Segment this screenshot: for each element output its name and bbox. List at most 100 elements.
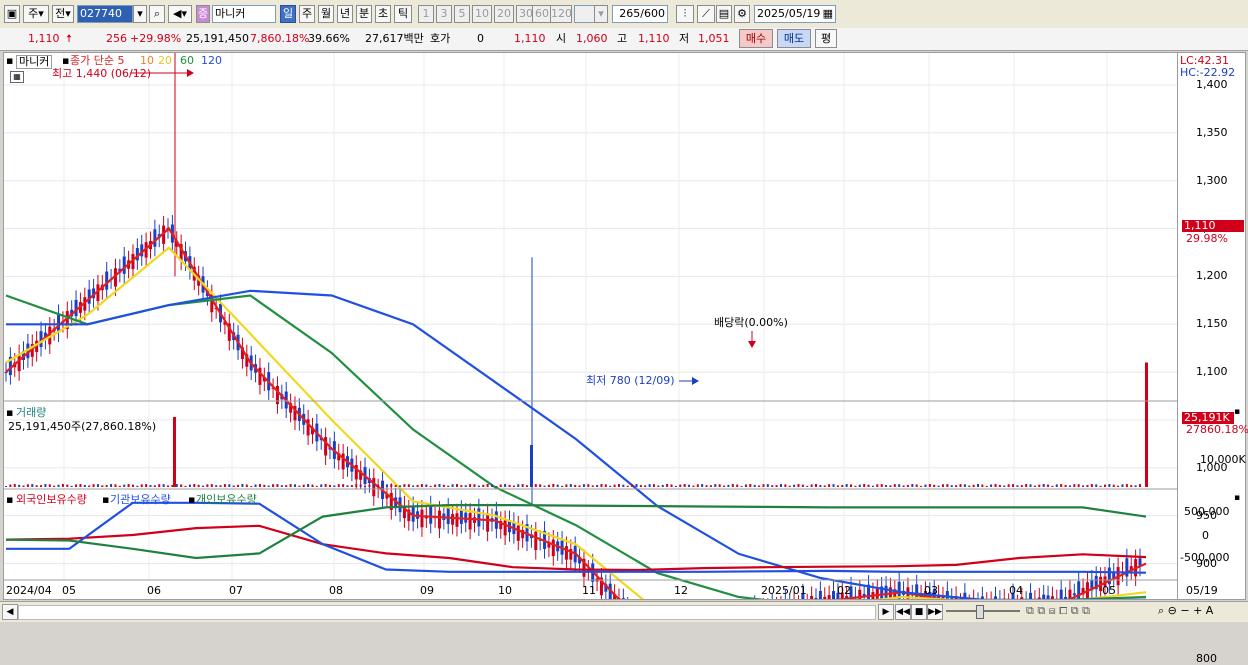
draw-line-icon[interactable]: ⟋ [697,5,715,23]
window-icon[interactable]: ▣ [4,5,20,23]
search-icon[interactable]: ⌕ [149,5,165,23]
panel-menu-icon[interactable]: ▪ [6,55,13,67]
unit-select[interactable]: 주▾ [23,5,49,23]
ma-legend-5[interactable]: 종가 단순 5 [70,55,124,67]
prev-select[interactable]: 전▾ [52,5,74,23]
candle-body-236 [1038,597,1041,599]
volume-bar-60 [268,486,270,487]
volume-bar-178 [784,484,786,487]
volume-bar-3 [18,485,20,487]
volume-close-icon[interactable]: ▪ [1234,406,1240,418]
volume-bar-1 [9,485,11,487]
volume-bar-183 [806,486,808,487]
table-icon[interactable]: ▦ [10,71,24,83]
holding-legend-institution[interactable]: 기관보유수량 [110,494,171,506]
ma-legend-10[interactable]: 10 [140,55,154,67]
interval-1[interactable]: 1 [418,5,434,23]
volume-bar-98 [434,485,436,487]
volume-bar-195 [859,485,861,487]
volume-bar-100 [443,485,445,487]
chart-area[interactable]: ▪ 마니커 ▪ 종가 단순 5 10 20 60 120 ▦ 최고 1,440 … [3,52,1178,600]
volume-bar-31 [141,484,143,487]
gear-icon[interactable]: ⚙ [734,5,750,23]
interval-60[interactable]: 60 [532,5,552,23]
volume-bar-232 [1021,485,1023,487]
sell-button[interactable]: 매도 [777,29,811,48]
interval-5[interactable]: 5 [454,5,470,23]
period-minute[interactable]: 분 [356,5,372,23]
save-icon[interactable]: ▤ [716,5,732,23]
volume-bar-26 [119,486,121,487]
high-annotation: 최고 1,440 (06/12) [52,68,151,80]
interval-10[interactable]: 10 [472,5,492,23]
period-week[interactable]: 주 [299,5,315,23]
volume-bar-257 [1130,485,1132,487]
candle-body-237 [1042,595,1045,599]
volume-bar-53 [237,485,239,487]
horizontal-scrollbar[interactable] [18,605,876,620]
interval-120[interactable]: 120 [550,5,572,23]
volume-menu-icon[interactable]: ▪ [6,407,13,419]
ma-legend-60[interactable]: 60 [180,55,194,67]
volume-bar-89 [395,485,397,487]
volume-bar-34 [154,485,156,487]
holding-legend-sep-2: ▪ [188,494,195,506]
period-day[interactable]: 일 [280,5,296,23]
period-second[interactable]: 초 [375,5,391,23]
volume-bar-7 [36,485,38,487]
holding-menu-icon[interactable]: ▪ [6,494,13,506]
scroll-right-icon[interactable]: ▶ [878,604,894,620]
period-month[interactable]: 월 [318,5,334,23]
stock-name-field[interactable]: 마니커 [212,5,276,23]
period-tick[interactable]: 틱 [394,5,412,23]
zoom-slider-thumb[interactable] [976,605,984,619]
volume-bar-144 [635,484,637,487]
code-input[interactable]: 027740 [77,5,133,23]
scroll-left-icon[interactable]: ◀ [2,604,18,620]
volume-title[interactable]: 거래량 [16,407,46,419]
volume-bar-137 [605,484,607,487]
volume-bar-113 [500,484,502,487]
volume-bar-23 [106,485,108,487]
volume-bar-221 [973,485,975,487]
volume-bar-193 [850,484,852,487]
volume-bar-75 [333,485,335,487]
volume-bar-61 [272,484,274,487]
sound-icon[interactable]: ◀▾ [168,5,192,23]
candle-body-34 [153,229,156,246]
layout-icons[interactable]: ⧉ ⧉ ⧈ ⧠ ⧉ ⧉ [1026,604,1090,618]
holding-legend-foreign[interactable]: 외국인보유수량 [16,494,87,506]
volume-bar-153 [675,486,677,487]
calendar-icon[interactable]: ▦ [823,6,833,22]
eval-button[interactable]: 평 [815,29,837,48]
volume-bar-65 [290,484,292,487]
custom-interval-dropdown-icon[interactable]: ▾ [594,5,608,23]
buy-button[interactable]: 매수 [739,29,773,48]
volume-bar-25 [114,484,116,487]
y-axis-area: LC:42.31 HC:-22.92 1,4001,3501,3001,2501… [1178,52,1246,600]
volume-bar-174 [767,484,769,487]
volume-bar-123 [544,486,546,487]
ma-legend-120[interactable]: 120 [201,55,222,67]
interval-20[interactable]: 20 [494,5,514,23]
volume-bar-222 [977,484,979,487]
x-label-08: 08 [329,585,343,597]
period-year[interactable]: 년 [337,5,353,23]
ma-legend-20[interactable]: 20 [158,55,172,67]
low-label: 저 [679,31,689,47]
high-price: 1,110 [638,31,670,47]
x-label-05b: 05 [1102,585,1116,597]
holding-legend-individual[interactable]: 개인보유수량 [196,494,257,506]
holding-close-icon[interactable]: ▪ [1234,492,1240,504]
indicator-icon[interactable]: ⫶ [676,5,694,23]
volume-bar-202 [889,485,891,487]
stop-icon[interactable]: ■ [911,604,927,620]
date-field[interactable]: 2025/05/19▦ [754,5,836,23]
count-field[interactable]: 265/600 [612,5,668,23]
interval-3[interactable]: 3 [436,5,452,23]
price-panel-title[interactable]: 마니커 [16,55,52,69]
rewind-icon[interactable]: ◀◀ [895,604,911,620]
code-dropdown-icon[interactable]: ▾ [133,5,147,23]
play-icon[interactable]: ▶▶ [927,604,943,620]
zoom-icons[interactable]: ⌕ ⊖ − + A [1158,604,1213,618]
